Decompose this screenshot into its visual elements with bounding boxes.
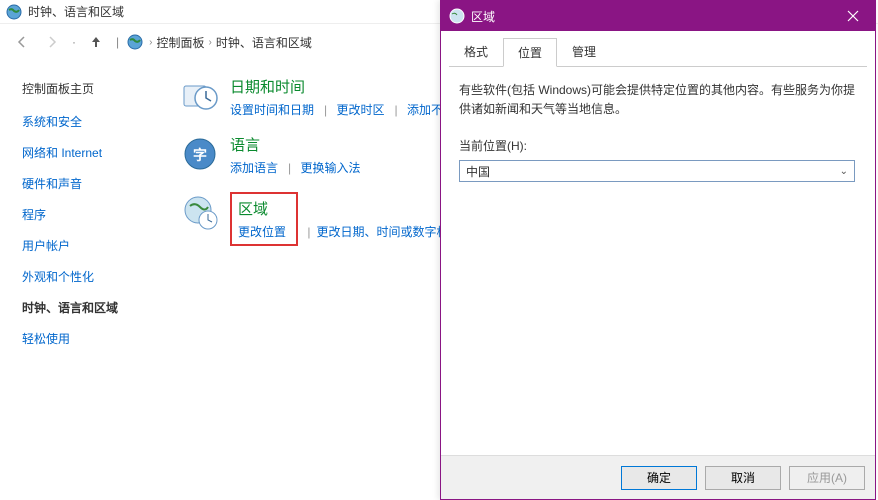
sidebar: 控制面板主页 系统和安全 网络和 Internet 硬件和声音 程序 用户帐户 … — [0, 70, 170, 361]
sidebar-item-hardware[interactable]: 硬件和声音 — [22, 175, 152, 192]
category-title[interactable]: 区域 — [238, 198, 290, 219]
sidebar-item-clock[interactable]: 时钟、语言和区域 — [22, 299, 152, 316]
chevron-down-icon: ⌄ — [840, 166, 848, 177]
globe-icon — [6, 4, 22, 20]
tab-format[interactable]: 格式 — [449, 37, 503, 66]
window-title: 时钟、语言和区域 — [28, 3, 124, 20]
sidebar-item-programs[interactable]: 程序 — [22, 206, 152, 223]
dialog-titlebar: 区域 — [441, 1, 875, 31]
back-button[interactable] — [10, 30, 34, 54]
close-button[interactable] — [831, 1, 875, 31]
svg-text:字: 字 — [193, 147, 207, 163]
breadcrumb-current[interactable]: 时钟、语言和区域 — [216, 34, 312, 51]
sidebar-item-network[interactable]: 网络和 Internet — [22, 144, 152, 161]
link-change-format[interactable]: 更改日期、时间或数字格式 — [316, 225, 460, 239]
category-title[interactable]: 语言 — [230, 134, 365, 155]
cancel-button[interactable]: 取消 — [705, 466, 781, 490]
sidebar-item-system[interactable]: 系统和安全 — [22, 113, 152, 130]
apply-button[interactable]: 应用(A) — [789, 466, 865, 490]
dialog-description: 有些软件(包括 Windows)可能会提供特定位置的其他内容。有些服务为你提供诸… — [459, 81, 857, 119]
chevron-right-icon: › — [149, 37, 152, 48]
sidebar-item-appearance[interactable]: 外观和个性化 — [22, 268, 152, 285]
location-label: 当前位置(H): — [459, 137, 857, 154]
forward-button[interactable] — [40, 30, 64, 54]
tab-admin[interactable]: 管理 — [557, 37, 611, 66]
chevron-right-icon: › — [208, 37, 211, 48]
dialog-buttons: 确定 取消 应用(A) — [441, 455, 875, 499]
clock-icon — [180, 76, 220, 116]
location-value: 中国 — [466, 163, 490, 180]
language-icon: 字 — [180, 134, 220, 174]
dialog-title: 区域 — [471, 8, 831, 25]
region-icon — [180, 192, 220, 232]
ok-button[interactable]: 确定 — [621, 466, 697, 490]
dialog-content: 有些软件(包括 Windows)可能会提供特定位置的其他内容。有些服务为你提供诸… — [441, 67, 875, 196]
location-dropdown[interactable]: 中国 ⌄ — [459, 160, 855, 182]
link-change-ime[interactable]: 更换输入法 — [300, 161, 360, 175]
link-add-language[interactable]: 添加语言 — [230, 161, 278, 175]
breadcrumb-icon — [127, 34, 143, 50]
breadcrumb-root[interactable]: 控制面板 — [156, 34, 204, 51]
region-dialog: 区域 格式 位置 管理 有些软件(包括 Windows)可能会提供特定位置的其他… — [440, 0, 876, 500]
tab-location[interactable]: 位置 — [503, 38, 557, 67]
highlight-box: 区域 更改位置 — [230, 192, 298, 246]
link-set-datetime[interactable]: 设置时间和日期 — [230, 103, 314, 117]
breadcrumb[interactable]: › 控制面板 › 时钟、语言和区域 — [149, 34, 312, 51]
link-change-timezone[interactable]: 更改时区 — [336, 103, 384, 117]
region-icon — [449, 8, 465, 24]
link-change-location[interactable]: 更改位置 — [238, 225, 286, 239]
dialog-tabs: 格式 位置 管理 — [441, 31, 875, 66]
sidebar-item-ease[interactable]: 轻松使用 — [22, 330, 152, 347]
sidebar-item-accounts[interactable]: 用户帐户 — [22, 237, 152, 254]
up-button[interactable] — [84, 30, 108, 54]
sidebar-home[interactable]: 控制面板主页 — [22, 80, 152, 97]
